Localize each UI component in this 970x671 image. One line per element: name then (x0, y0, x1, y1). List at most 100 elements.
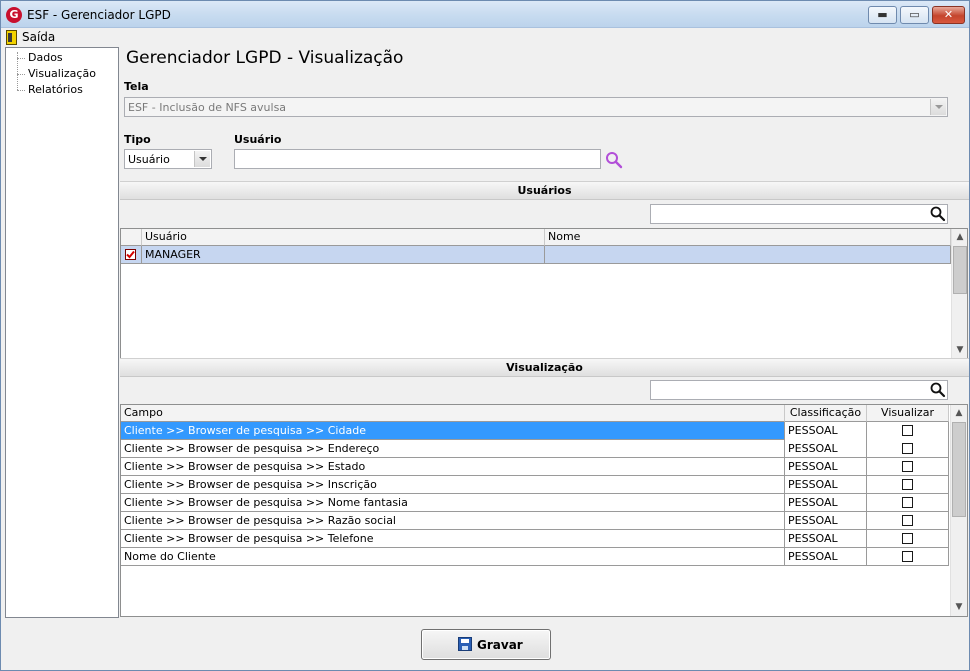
tela-label: Tela (124, 80, 149, 93)
cell-visualizar (867, 440, 949, 458)
cell-campo: Cliente >> Browser de pesquisa >> Nome f… (121, 494, 785, 512)
cell-classificacao: PESSOAL (785, 458, 867, 476)
table-row[interactable]: Cliente >> Browser de pesquisa >> Nome f… (121, 494, 949, 512)
row-check-cell (121, 246, 142, 264)
tree-item-dados[interactable]: Dados (28, 51, 63, 64)
minimize-button[interactable]: ▬ (868, 6, 897, 24)
cell-nome (545, 246, 951, 264)
chevron-down-icon (194, 151, 210, 167)
tipo-select-value: Usuário (128, 153, 170, 166)
cell-visualizar (867, 530, 949, 548)
scroll-down-icon[interactable]: ▼ (952, 342, 967, 359)
page-title: Gerenciador LGPD - Visualização (126, 48, 404, 68)
app-window: G ESF - Gerenciador LGPD ▬ ▭ ✕ Saída Dad… (0, 0, 970, 671)
table-row[interactable]: Cliente >> Browser de pesquisa >> Telefo… (121, 530, 949, 548)
grid-header-classificacao[interactable]: Classificação (785, 405, 867, 422)
scroll-up-icon[interactable]: ▲ (952, 229, 967, 246)
scroll-thumb[interactable] (953, 246, 967, 294)
table-row[interactable]: Cliente >> Browser de pesquisa >> Cidade… (121, 422, 949, 440)
table-row[interactable]: Cliente >> Browser de pesquisa >> Razão … (121, 512, 949, 530)
usuario-input[interactable] (234, 149, 601, 169)
scroll-thumb[interactable] (952, 422, 966, 517)
visualizar-checkbox[interactable] (902, 443, 913, 454)
search-icon[interactable] (929, 381, 947, 399)
scroll-up-icon[interactable]: ▲ (951, 405, 967, 422)
tipo-select[interactable]: Usuário (124, 149, 212, 169)
cell-usuario: MANAGER (142, 246, 545, 264)
visualizar-checkbox[interactable] (902, 551, 913, 562)
visualizar-checkbox[interactable] (902, 533, 913, 544)
visualizacao-scrollbar[interactable]: ▲ ▼ (950, 405, 967, 616)
table-row[interactable]: Cliente >> Browser de pesquisa >> Inscri… (121, 476, 949, 494)
cell-classificacao: PESSOAL (785, 440, 867, 458)
cell-visualizar (867, 422, 949, 440)
cell-campo: Cliente >> Browser de pesquisa >> Estado (121, 458, 785, 476)
usuarios-section-header: Usuários (120, 181, 969, 200)
tipo-label: Tipo (124, 133, 151, 146)
scroll-down-icon[interactable]: ▼ (951, 599, 967, 616)
menu-item-saida[interactable]: Saída (22, 30, 55, 44)
table-row[interactable]: Cliente >> Browser de pesquisa >> Estado… (121, 458, 949, 476)
cell-visualizar (867, 476, 949, 494)
cell-visualizar (867, 548, 949, 566)
grid-header-nome[interactable]: Nome (545, 229, 951, 246)
tela-select-value: ESF - Inclusão de NFS avulsa (128, 101, 287, 114)
cell-classificacao: PESSOAL (785, 494, 867, 512)
cell-campo: Cliente >> Browser de pesquisa >> Razão … (121, 512, 785, 530)
cell-classificacao: PESSOAL (785, 530, 867, 548)
save-button[interactable]: Gravar (421, 629, 551, 660)
check-mark-icon (126, 250, 135, 259)
visualizar-checkbox[interactable] (902, 461, 913, 472)
cell-visualizar (867, 494, 949, 512)
cell-visualizar (867, 512, 949, 530)
grid-header-campo[interactable]: Campo (121, 405, 785, 422)
save-button-label: Gravar (477, 638, 523, 652)
visualizar-checkbox[interactable] (902, 425, 913, 436)
visualizacao-grid: Campo Classificação Visualizar Cliente >… (120, 404, 968, 617)
cell-visualizar (867, 458, 949, 476)
table-row[interactable]: Nome do Cliente PESSOAL (121, 548, 949, 566)
usuarios-search-input[interactable] (650, 204, 948, 224)
visualizar-checkbox[interactable] (902, 515, 913, 526)
table-row[interactable]: MANAGER (121, 246, 951, 264)
grid-header-checkbox (121, 229, 142, 246)
cell-campo: Nome do Cliente (121, 548, 785, 566)
cell-classificacao: PESSOAL (785, 476, 867, 494)
tree-connector (17, 74, 25, 75)
floppy-disk-icon (458, 637, 472, 651)
grid-header-visualizar[interactable]: Visualizar (867, 405, 949, 422)
visualizar-checkbox[interactable] (902, 479, 913, 490)
table-row[interactable]: Cliente >> Browser de pesquisa >> Endere… (121, 440, 949, 458)
cell-classificacao: PESSOAL (785, 548, 867, 566)
visualizar-checkbox[interactable] (902, 497, 913, 508)
close-button[interactable]: ✕ (932, 6, 965, 24)
search-icon[interactable] (929, 205, 947, 223)
usuarios-scrollbar[interactable]: ▲ ▼ (951, 229, 967, 359)
tree-connector (17, 90, 25, 91)
maximize-button[interactable]: ▭ (900, 6, 929, 24)
cell-classificacao: PESSOAL (785, 422, 867, 440)
visualizacao-search-input[interactable] (650, 380, 948, 400)
tree-item-visualizacao[interactable]: Visualização (28, 67, 96, 80)
usuarios-grid: Usuário Nome MANAGER ▲ ▼ (120, 228, 968, 360)
navigation-tree: Dados Visualização Relatórios (5, 47, 119, 618)
visualizacao-section-header: Visualização (120, 358, 969, 377)
chevron-down-icon (930, 99, 946, 115)
exit-door-icon[interactable] (6, 30, 17, 45)
tree-connector (17, 58, 25, 59)
usuario-label: Usuário (234, 133, 282, 146)
cell-campo: Cliente >> Browser de pesquisa >> Cidade (121, 422, 785, 440)
tree-item-relatorios[interactable]: Relatórios (28, 83, 83, 96)
search-icon[interactable] (605, 151, 623, 169)
cell-campo: Cliente >> Browser de pesquisa >> Telefo… (121, 530, 785, 548)
app-logo-icon: G (6, 7, 22, 23)
cell-campo: Cliente >> Browser de pesquisa >> Endere… (121, 440, 785, 458)
title-bar: G ESF - Gerenciador LGPD ▬ ▭ ✕ (1, 1, 969, 28)
cell-classificacao: PESSOAL (785, 512, 867, 530)
menu-bar: Saída (1, 28, 969, 47)
grid-header-usuario[interactable]: Usuário (142, 229, 545, 246)
window-title: ESF - Gerenciador LGPD (27, 8, 171, 22)
row-checkbox[interactable] (125, 249, 136, 260)
main-panel: Gerenciador LGPD - Visualização Tela ESF… (119, 47, 969, 618)
tela-select[interactable]: ESF - Inclusão de NFS avulsa (124, 97, 948, 117)
